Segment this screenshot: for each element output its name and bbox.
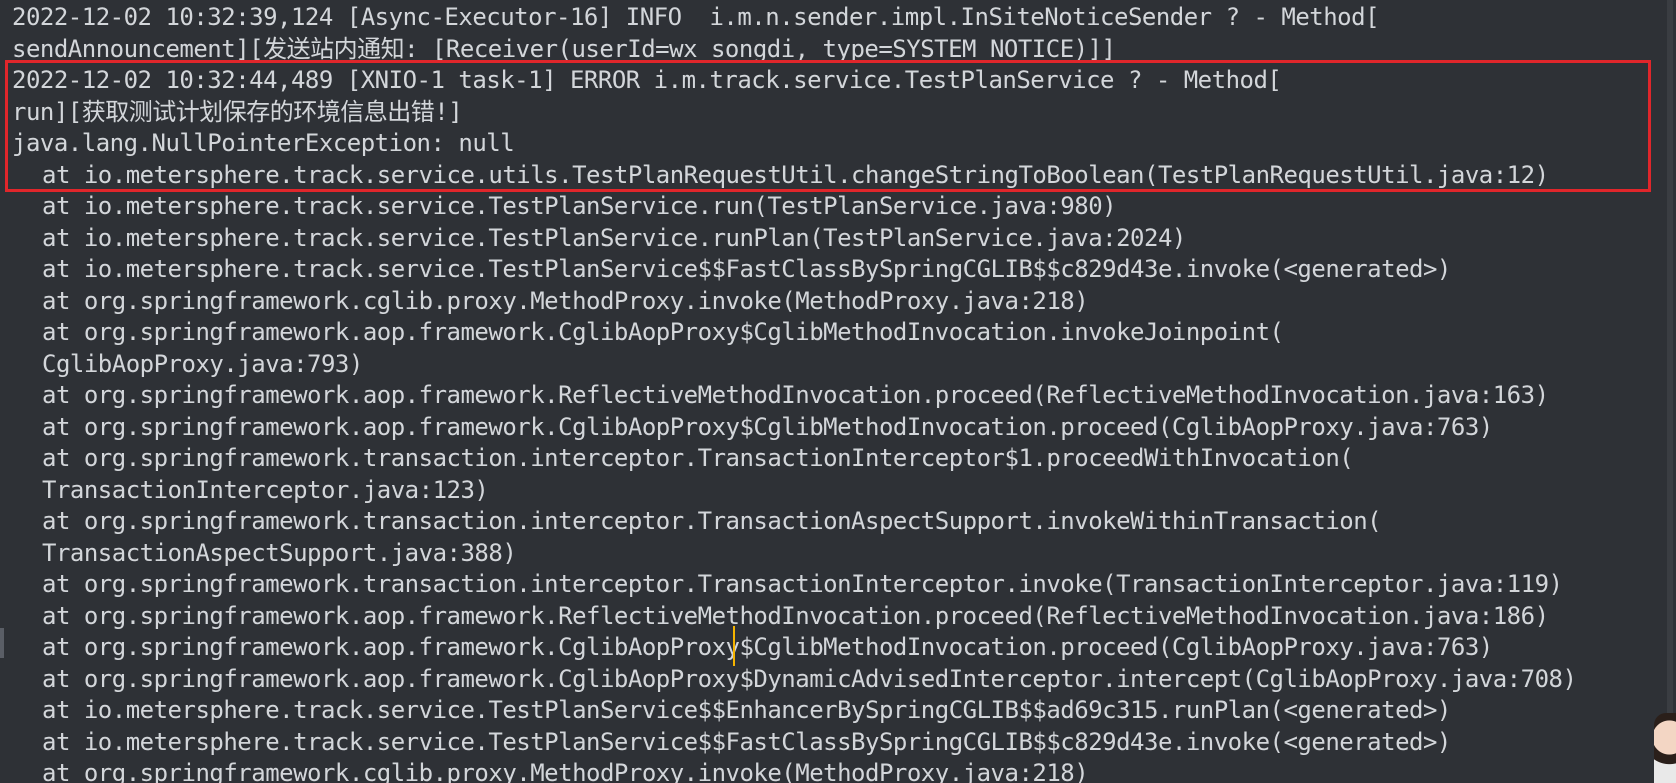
log-line: TransactionInterceptor.java:123) — [42, 475, 489, 504]
log-line: at org.springframework.aop.framework.Cgl… — [42, 318, 1284, 346]
log-line: at io.metersphere.track.service.TestPlan… — [42, 255, 1451, 283]
log-line: at io.metersphere.track.service.TestPlan… — [42, 192, 1117, 220]
log-line: at io.metersphere.track.service.TestPlan… — [42, 727, 1451, 756]
text-cursor — [733, 626, 735, 666]
log-line: at org.springframework.aop.framework.Cgl… — [42, 664, 1577, 693]
log-line: at org.springframework.cglib.proxy.Metho… — [42, 286, 1089, 315]
log-line: CglibAopProxy.java:793) — [42, 349, 363, 378]
avatar — [1654, 713, 1676, 783]
log-line: at io.metersphere.track.service.TestPlan… — [42, 223, 1186, 252]
log-line: TransactionAspectSupport.java:388) — [42, 538, 517, 567]
log-line: at org.springframework.cglib.proxy.Metho… — [42, 759, 1089, 783]
log-line: 2022-12-02 10:32:44,489 [XNIO-1 task-1] … — [12, 66, 1282, 94]
gutter-marker — [0, 628, 4, 658]
log-line: at org.springframework.transaction.inter… — [42, 444, 1354, 472]
log-line: at org.springframework.aop.framework.Cgl… — [42, 412, 1493, 441]
log-line: at org.springframework.aop.framework.Ref… — [42, 381, 1549, 409]
log-line: sendAnnouncement][发送站内通知: [Receiver(user… — [12, 34, 1116, 63]
vertical-scrollbar[interactable] — [1667, 0, 1673, 783]
log-line: at io.metersphere.track.service.utils.Te… — [42, 160, 1549, 189]
log-viewer: 2022-12-02 10:32:39,124 [Async-Executor-… — [0, 0, 1676, 783]
log-line: at io.metersphere.track.service.TestPlan… — [42, 696, 1451, 724]
log-line: at org.springframework.transaction.inter… — [42, 507, 1382, 535]
log-line: at org.springframework.aop.framework.Cgl… — [42, 633, 1493, 661]
log-line: java.lang.NullPointerException: null — [12, 129, 515, 157]
log-output[interactable]: 2022-12-02 10:32:39,124 [Async-Executor-… — [12, 2, 1612, 783]
log-line: at org.springframework.transaction.inter… — [42, 570, 1563, 598]
log-line: 2022-12-02 10:32:39,124 [Async-Executor-… — [12, 3, 1380, 31]
log-line: run][获取测试计划保存的环境信息出错!] — [12, 97, 463, 126]
log-line: at org.springframework.aop.framework.Ref… — [42, 601, 1549, 630]
